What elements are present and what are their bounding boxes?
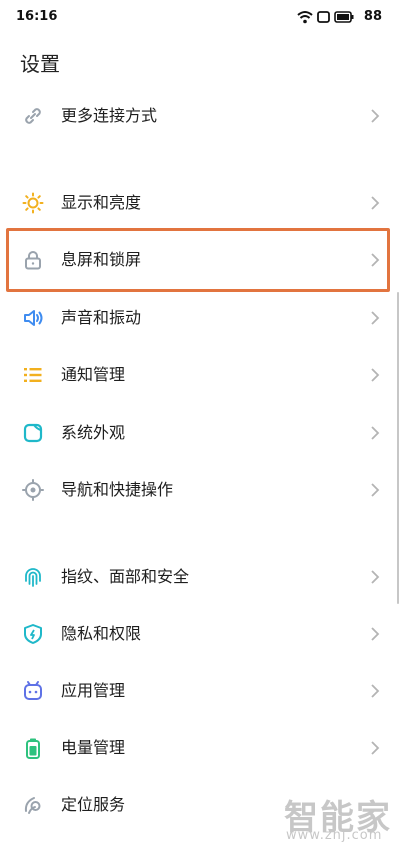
chevron-right-icon bbox=[371, 253, 380, 267]
settings-item-app-management[interactable]: 应用管理 bbox=[0, 663, 400, 719]
rotation-lock-icon bbox=[317, 11, 330, 23]
settings-item-privacy-permissions[interactable]: 隐私和权限 bbox=[0, 606, 400, 662]
settings-item-label: 更多连接方式 bbox=[61, 106, 158, 125]
settings-item-screen-off-lock[interactable]: 息屏和锁屏 bbox=[0, 232, 400, 288]
wifi-icon bbox=[297, 11, 313, 24]
chevron-right-icon bbox=[371, 196, 380, 210]
settings-item-battery-management[interactable]: 电量管理 bbox=[0, 720, 400, 776]
settings-item-label: 声音和振动 bbox=[61, 308, 142, 327]
app-management-icon bbox=[24, 681, 42, 700]
settings-item-label: 应用管理 bbox=[61, 681, 126, 700]
settings-item-navigation-shortcuts[interactable]: 导航和快捷操作 bbox=[0, 462, 400, 518]
chevron-right-icon bbox=[371, 368, 380, 382]
settings-item-label: 导航和快捷操作 bbox=[61, 480, 174, 499]
settings-item-label: 隐私和权限 bbox=[61, 624, 142, 643]
settings-item-label: 指纹、面部和安全 bbox=[61, 567, 190, 586]
lock-icon bbox=[25, 251, 41, 270]
status-bar: 16:16 88 bbox=[0, 0, 400, 36]
chevron-right-icon bbox=[371, 109, 380, 123]
speaker-icon bbox=[24, 310, 43, 326]
page-title: 设置 bbox=[20, 52, 60, 76]
settings-item-more-connections[interactable]: 更多连接方式 bbox=[0, 88, 400, 144]
link-icon bbox=[25, 108, 41, 124]
settings-item-fingerprint-face-security[interactable]: 指纹、面部和安全 bbox=[0, 549, 400, 605]
battery-management-icon bbox=[26, 738, 40, 759]
settings-item-sound-vibration[interactable]: 声音和振动 bbox=[0, 290, 400, 346]
settings-item-label: 系统外观 bbox=[61, 423, 126, 442]
chevron-right-icon bbox=[371, 311, 380, 325]
settings-item-system-appearance[interactable]: 系统外观 bbox=[0, 405, 400, 461]
chevron-right-icon bbox=[371, 684, 380, 698]
settings-item-label: 显示和亮度 bbox=[61, 193, 142, 212]
brightness-icon bbox=[22, 192, 44, 214]
privacy-shield-icon bbox=[24, 624, 42, 644]
scrollbar[interactable] bbox=[397, 292, 399, 604]
settings-item-notifications[interactable]: 通知管理 bbox=[0, 347, 400, 403]
chevron-right-icon bbox=[371, 483, 380, 497]
chevron-right-icon bbox=[371, 627, 380, 641]
settings-item-display-brightness[interactable]: 显示和亮度 bbox=[0, 175, 400, 231]
chevron-right-icon bbox=[371, 570, 380, 584]
chevron-right-icon bbox=[371, 741, 380, 755]
battery-level: 88 bbox=[363, 9, 382, 24]
chevron-right-icon bbox=[371, 426, 380, 440]
status-icons bbox=[297, 8, 354, 26]
fingerprint-icon bbox=[25, 568, 41, 587]
status-time: 16:16 bbox=[16, 9, 58, 24]
battery-icon bbox=[334, 11, 354, 23]
settings-item-label: 电量管理 bbox=[61, 738, 126, 757]
navigation-icon bbox=[22, 479, 44, 501]
appearance-icon bbox=[23, 423, 43, 443]
notification-list-icon bbox=[24, 368, 42, 382]
watermark: 智能家 www.znj.com bbox=[284, 790, 392, 844]
watermark-url: www.znj.com bbox=[286, 828, 383, 843]
settings-item-label: 通知管理 bbox=[61, 365, 126, 384]
location-icon bbox=[24, 797, 41, 814]
settings-item-label: 息屏和锁屏 bbox=[61, 250, 142, 269]
settings-item-label: 定位服务 bbox=[61, 795, 126, 814]
